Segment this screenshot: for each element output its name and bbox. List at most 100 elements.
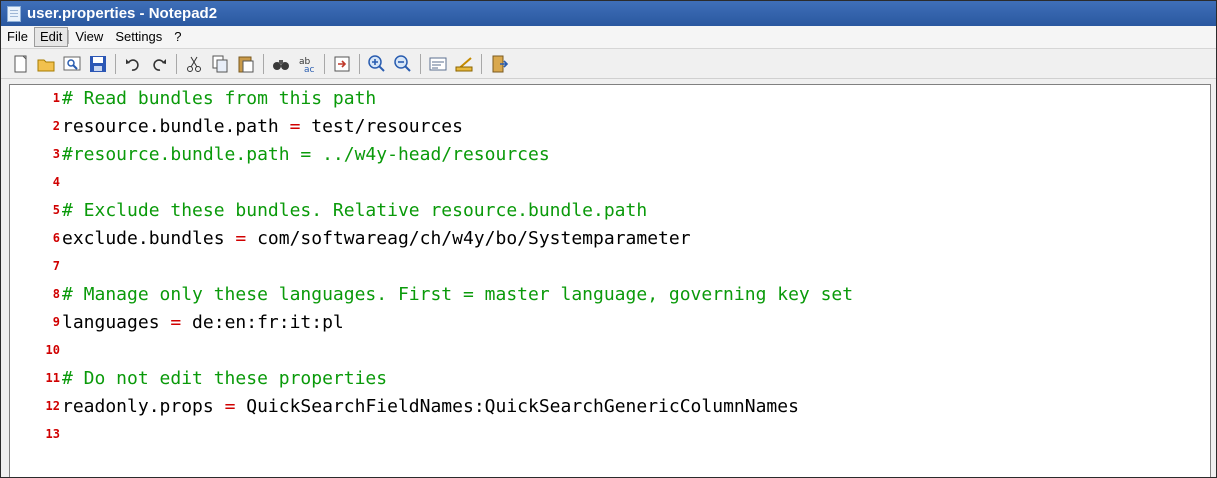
svg-text:ac: ac [304,65,315,74]
paste-icon [238,56,254,72]
goto-icon [334,56,350,71]
open-icon [37,59,55,71]
code-line[interactable]: 1 # Read bundles from this path [10,87,1210,109]
find-button[interactable] [270,53,292,75]
line-text: # Manage only these languages. First = m… [62,283,854,305]
new-button[interactable] [9,53,31,75]
property-key: readonly.props [62,395,225,417]
word-wrap-icon [429,57,447,70]
property-value: test/resources [300,115,463,137]
toolbar-separator [324,53,325,74]
line-text: # Do not edit these properties [62,367,388,389]
assign-operator: = [235,227,247,249]
line-number: 4 [52,175,60,189]
line-number: 10 [45,343,60,357]
line-number: 5 [52,203,60,217]
line-text: languages = de:en:fr:it:pl [62,312,344,333]
long-line-icon [455,56,473,72]
redo-button[interactable] [148,53,170,75]
code-line[interactable]: 2 resource.bundle.path = test/resources [10,115,1210,137]
line-number: 11 [45,371,60,385]
code-line[interactable]: 8 # Manage only these languages. First = … [10,283,1210,305]
browse-button[interactable] [61,53,83,75]
assign-operator: = [289,115,301,137]
property-key: exclude.bundles [62,227,236,249]
window-title: user.properties - Notepad2 [27,5,218,22]
notepad-icon [7,5,21,22]
property-value: QuickSearchFieldNames:QuickSearchGeneric… [235,395,799,417]
line-number: 2 [52,119,60,133]
line-number: 12 [45,399,60,413]
line-number: 6 [52,231,60,245]
menu-settings[interactable]: Settings [109,27,168,47]
save-icon [90,55,106,72]
notepad2-window: user.properties - Notepad2 File Edit Vie… [0,0,1217,478]
paste-button[interactable] [235,53,257,75]
property-value: de:en:fr:it:pl [181,311,344,333]
toolbar-separator [176,53,177,74]
property-key: resource.bundle.path [62,115,290,137]
code-editor[interactable]: 1 # Read bundles from this path 2 resource.… [9,84,1211,477]
code-line[interactable]: 12 readonly.props = QuickSearchFieldNames… [10,395,1210,417]
line-number: 7 [52,259,60,273]
find-icon [273,59,289,70]
toolbar-separator [420,53,421,74]
browse-icon [63,56,81,70]
toolbar-separator [359,53,360,74]
undo-button[interactable] [122,53,144,75]
zoom-in-icon [368,54,385,72]
code-line[interactable]: 5 # Exclude these bundles. Relative resou… [10,199,1210,221]
menu-help[interactable]: ? [168,27,187,47]
long-line-button[interactable] [453,53,475,75]
assign-operator: = [170,311,182,333]
line-text: resource.bundle.path = test/resources [62,116,463,137]
line-text: #resource.bundle.path = ../w4y-head/reso… [62,143,550,165]
new-icon [14,55,27,72]
code-line[interactable]: 7 [10,255,1210,277]
line-text: readonly.props = QuickSearchFieldNames:Q… [62,396,799,417]
line-number: 9 [52,315,60,329]
code-line[interactable]: 6 exclude.bundles = com/softwareag/ch/w4y… [10,227,1210,249]
assign-operator: = [224,395,236,417]
zoom-in-button[interactable] [366,53,388,75]
menu-edit[interactable]: Edit [33,27,69,47]
property-value: com/softwareag/ch/w4y/bo/Systemparameter [246,227,691,249]
toolbar-separator [481,53,482,74]
code-line[interactable]: 4 [10,171,1210,193]
line-text: # Exclude these bundles. Relative resour… [62,199,648,221]
word-wrap-button[interactable] [427,53,449,75]
undo-icon [126,58,139,71]
zoom-out-button[interactable] [392,53,414,75]
replace-button[interactable]: ab ac [296,53,318,75]
line-number: 8 [52,287,60,301]
menu-view[interactable]: View [69,27,109,47]
exit-button[interactable] [488,53,510,75]
copy-button[interactable] [209,53,231,75]
code-line[interactable]: 3 #resource.bundle.path = ../w4y-head/res… [10,143,1210,165]
save-button[interactable] [87,53,109,75]
goto-button[interactable] [331,53,353,75]
cut-button[interactable] [183,53,205,75]
property-key: languages [62,311,171,333]
exit-icon [492,55,509,72]
line-number: 13 [45,427,60,441]
line-text: # Read bundles from this path [62,87,377,109]
cut-icon [187,56,201,72]
redo-icon [153,58,166,71]
code-line[interactable]: 10 [10,339,1210,361]
code-line[interactable]: 9 languages = de:en:fr:it:pl [10,311,1210,333]
code-line[interactable]: 11 # Do not edit these properties [10,367,1210,389]
toolbar: ab ac [1,49,1216,79]
code-line[interactable]: 13 [10,423,1210,445]
toolbar-separator [115,53,116,74]
menu-bar: File Edit View Settings ? [1,26,1216,49]
toolbar-separator [263,53,264,74]
menu-file[interactable]: File [1,27,34,47]
copy-icon [212,55,228,72]
line-number: 1 [52,91,60,105]
replace-icon: abac [299,57,315,74]
zoom-out-icon [394,54,411,72]
open-button[interactable] [35,53,57,75]
line-text: exclude.bundles = com/softwareag/ch/w4y/… [62,228,691,249]
title-bar[interactable]: user.properties - Notepad2 [1,1,1216,26]
